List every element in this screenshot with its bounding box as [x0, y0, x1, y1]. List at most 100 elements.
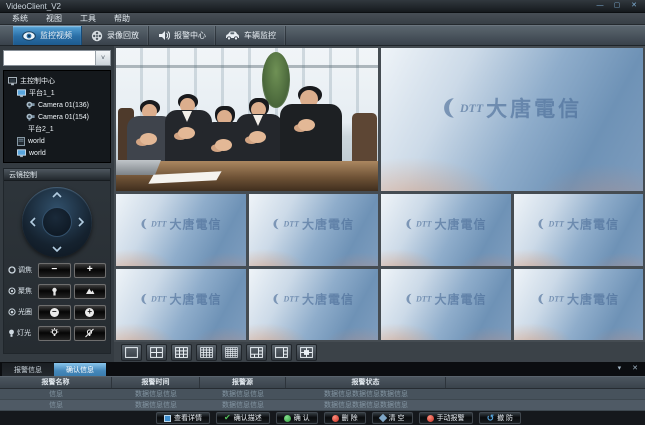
- layout-1-button[interactable]: [121, 344, 142, 361]
- menu-view[interactable]: 视图: [37, 13, 71, 24]
- target-icon: [8, 287, 16, 295]
- arrow-left-icon[interactable]: [30, 217, 36, 227]
- tree-item-label: world: [29, 150, 46, 157]
- tree-item-world-1[interactable]: world: [6, 135, 108, 147]
- tree-item-label: world: [28, 138, 45, 145]
- camera-icon: [26, 101, 35, 109]
- table-row[interactable]: 信息 数据信息信息 数据信息信息 数据信息数据信息数据信息: [0, 400, 645, 411]
- arrow-up-icon[interactable]: [52, 192, 62, 198]
- chevron-down-icon[interactable]: ˅: [95, 51, 110, 65]
- layout-25-button[interactable]: [221, 344, 242, 361]
- ptz-pad-center[interactable]: [42, 207, 72, 237]
- delete-button[interactable]: 删 除: [324, 412, 366, 424]
- light-on-button[interactable]: [38, 326, 71, 341]
- maximize-icon[interactable]: ▢: [612, 1, 622, 11]
- focus-far-button[interactable]: [74, 284, 107, 299]
- focus-far-icon: [85, 287, 95, 295]
- collapse-icon[interactable]: ▾: [618, 364, 622, 372]
- layout-9-button[interactable]: [171, 344, 192, 361]
- confirm-button[interactable]: 确 认: [276, 412, 318, 424]
- view-details-button[interactable]: 查看详情: [156, 412, 210, 424]
- grid-1plus7-icon: [275, 347, 288, 358]
- eye-icon: [22, 31, 36, 41]
- video-tile-idle[interactable]: DTT 大唐電信: [381, 269, 511, 341]
- tab-vehicle-monitor[interactable]: 车辆监控: [216, 26, 286, 45]
- video-tile-idle[interactable]: DTT 大唐電信: [249, 269, 379, 341]
- arrow-down-icon[interactable]: [52, 246, 62, 252]
- tree-item-label: Camera 01(136): [38, 102, 89, 109]
- datang-telecom-watermark: DTT 大唐電信: [272, 216, 354, 233]
- tree-item-camera-136[interactable]: Camera 01(136): [6, 99, 108, 111]
- grid-25-icon: [225, 347, 238, 358]
- tree-item-world-2[interactable]: world: [6, 147, 108, 159]
- close-icon[interactable]: ✕: [632, 364, 638, 372]
- cell-alarm-time: 数据信息信息: [112, 400, 200, 410]
- tab-confirm-info[interactable]: 确认信息: [54, 363, 106, 376]
- video-wall: DTT 大唐電信 DTT 大唐電信 DTT 大唐電信 DTT 大唐電信 DTT …: [114, 46, 645, 342]
- cell-alarm-source: 数据信息信息: [200, 400, 286, 410]
- green-dot-icon: [284, 415, 291, 422]
- cell-alarm-name: 信息: [0, 389, 112, 399]
- layout-4-button[interactable]: [146, 344, 167, 361]
- video-tile-idle[interactable]: DTT 大唐電信: [249, 194, 379, 266]
- video-tile-idle[interactable]: DTT 大唐電信: [116, 269, 246, 341]
- grid-4-icon: [150, 347, 163, 358]
- laptop: [116, 160, 161, 175]
- bulb-on-icon: [49, 328, 60, 338]
- tab-alarm-center[interactable]: 报警中心: [149, 26, 216, 45]
- video-tile-idle[interactable]: DTT 大唐電信: [514, 194, 644, 266]
- iris-minus-button[interactable]: −: [38, 305, 71, 320]
- ptz-row-light: 灯光: [8, 325, 106, 341]
- light-off-button[interactable]: [74, 326, 107, 341]
- video-tile-idle[interactable]: DTT 大唐電信: [381, 48, 643, 191]
- video-tile-idle[interactable]: DTT 大唐電信: [116, 194, 246, 266]
- layout-pip-button[interactable]: [296, 344, 317, 361]
- clear-button[interactable]: 清 空: [372, 412, 413, 424]
- video-tile-idle[interactable]: DTT 大唐電信: [514, 269, 644, 341]
- zoom-plus-button[interactable]: +: [74, 263, 107, 278]
- layout-16-button[interactable]: [196, 344, 217, 361]
- device-combobox[interactable]: ˅: [3, 50, 111, 66]
- manual-alarm-button[interactable]: 手动报警: [419, 412, 473, 424]
- arrow-right-icon[interactable]: [78, 217, 84, 227]
- tab-alarm-info[interactable]: 报警信息: [2, 363, 54, 376]
- focus-near-button[interactable]: [38, 284, 71, 299]
- tab-label: 确认信息: [66, 365, 94, 375]
- tab-playback[interactable]: 录像回放: [82, 26, 149, 45]
- tree-item-platform2[interactable]: 平台2_1: [6, 123, 108, 135]
- tree-item-platform1[interactable]: 平台1_1: [6, 87, 108, 99]
- tree-item-camera-154[interactable]: Camera 01(154): [6, 111, 108, 123]
- window-frame: [116, 65, 378, 68]
- menu-system[interactable]: 系统: [3, 13, 37, 24]
- iris-label: 光圈: [8, 307, 35, 317]
- datang-telecom-watermark: DTT 大唐電信: [140, 290, 222, 307]
- datang-telecom-watermark: DTT 大唐電信: [442, 93, 582, 123]
- menu-tools[interactable]: 工具: [71, 13, 105, 24]
- iris-plus-button[interactable]: +: [74, 305, 107, 320]
- column-alarm-time: 报警时间: [112, 377, 200, 388]
- tab-label: 报警信息: [14, 365, 42, 375]
- datang-telecom-watermark: DTT 大唐電信: [405, 216, 487, 233]
- crescent-logo-icon: [405, 292, 413, 305]
- layout-1plus7-button[interactable]: [271, 344, 292, 361]
- aperture-icon: [8, 308, 16, 316]
- layout-1plus5-button[interactable]: [246, 344, 267, 361]
- tab-monitor-video[interactable]: 监控视频: [13, 26, 82, 45]
- zoom-minus-button[interactable]: −: [38, 263, 71, 278]
- sidebar: ˅ 主控制中心 平台1_1 Camera 01(136) Camera 01(1…: [0, 46, 114, 362]
- confirm-description-button[interactable]: ✔ 确认描述: [216, 412, 270, 424]
- cell-alarm-status: 数据信息数据信息数据信息: [286, 389, 446, 399]
- table-row[interactable]: 信息 数据信息信息 数据信息信息 数据信息数据信息数据信息: [0, 389, 645, 400]
- tree-item-control-center[interactable]: 主控制中心: [6, 75, 108, 87]
- video-tile-idle[interactable]: DTT 大唐電信: [381, 194, 511, 266]
- video-tile-live-camera[interactable]: [116, 48, 378, 191]
- menu-help[interactable]: 帮助: [105, 13, 139, 24]
- alarm-panel-controls: ▾ ✕: [618, 364, 638, 372]
- datang-telecom-watermark: DTT 大唐電信: [140, 216, 222, 233]
- alarm-table-header: 报警名称 报警时间 报警源 报警状态: [0, 376, 645, 389]
- disarm-button[interactable]: ↺ 撤 防: [479, 412, 522, 424]
- close-icon[interactable]: ✕: [629, 1, 639, 11]
- ptz-direction-pad[interactable]: [22, 187, 92, 257]
- window-title: VideoClient_V2: [6, 2, 61, 11]
- minimize-icon[interactable]: —: [595, 1, 605, 11]
